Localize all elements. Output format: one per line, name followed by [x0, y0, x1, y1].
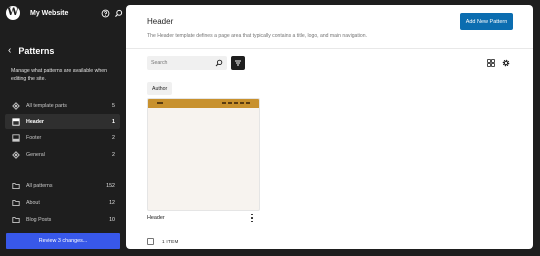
- sidebar-item-footer[interactable]: Footer 2: [5, 130, 120, 145]
- sidebar-item-count: 10: [109, 216, 115, 223]
- preview-header-bar: [148, 99, 259, 108]
- more-actions-button[interactable]: [249, 213, 255, 223]
- sidebar-item-label: About: [26, 199, 40, 206]
- sidebar-item-label: All template parts: [26, 102, 67, 109]
- back-button[interactable]: ‹: [8, 46, 11, 56]
- author-filter-chip[interactable]: Author: [147, 82, 173, 95]
- items-count: 1 ITEM: [162, 239, 179, 244]
- sidebar-item-count: 5: [112, 102, 115, 109]
- sidebar-item-label: Blog Posts: [26, 216, 52, 223]
- filter-button[interactable]: [231, 56, 245, 70]
- pattern-preview[interactable]: [147, 98, 260, 211]
- more-vertical-icon: [251, 213, 253, 216]
- main-panel: Header The Header template defines a pag…: [126, 5, 533, 249]
- sidebar-item-all-patterns[interactable]: All patterns 152: [5, 178, 120, 193]
- site-name[interactable]: My Website: [30, 10, 100, 17]
- symbol-icon: [12, 101, 20, 110]
- view-site-button[interactable]: [100, 8, 110, 18]
- select-all-checkbox[interactable]: [147, 238, 154, 245]
- sidebar-item-header[interactable]: Header 1: [5, 114, 120, 129]
- sidebar-item-count: 2: [112, 134, 115, 141]
- sidebar-item-about[interactable]: About 12: [5, 195, 120, 210]
- view-site-icon: [101, 9, 109, 17]
- sidebar-title: Patterns: [18, 46, 55, 56]
- header-icon: [12, 117, 20, 126]
- folder-icon: [12, 182, 20, 190]
- sidebar-item-count: 2: [112, 151, 115, 158]
- gear-icon[interactable]: [502, 59, 510, 67]
- symbol-icon: [12, 150, 20, 159]
- folder-icon: [12, 216, 20, 224]
- sidebar-item-general[interactable]: General 2: [5, 147, 120, 162]
- sidebar-description: Manage what patterns are available when …: [11, 68, 108, 82]
- sidebar-item-label: Header: [26, 118, 44, 125]
- search-icon: [114, 9, 122, 17]
- search-field: [147, 56, 227, 70]
- page-title: Header: [147, 17, 174, 26]
- pattern-title[interactable]: Header: [147, 215, 165, 221]
- sidebar-item-count: 152: [106, 182, 115, 189]
- preview-navigation: [222, 102, 252, 104]
- sidebar-item-count: 1: [112, 118, 115, 125]
- site-hub: W My Website: [0, 0, 126, 26]
- add-new-pattern-button[interactable]: Add New Pattern: [460, 13, 513, 30]
- page-header: Header The Header template defines a pag…: [126, 5, 533, 49]
- footer-icon: [12, 133, 20, 142]
- sidebar-item-label: All patterns: [26, 182, 53, 189]
- preview-logo: [157, 102, 163, 104]
- sidebar: W My Website ‹ Patterns Manage what patt…: [0, 0, 126, 256]
- folder-icon: [12, 199, 20, 207]
- sidebar-item-label: General: [26, 151, 45, 158]
- sidebar-item-blog-posts[interactable]: Blog Posts 10: [5, 212, 120, 227]
- wordpress-logo-icon: W: [6, 6, 20, 20]
- page-description: The Header template defines a page area …: [147, 33, 368, 39]
- sidebar-header: ‹ Patterns: [8, 46, 55, 57]
- review-changes-button[interactable]: Review 3 changes...: [6, 233, 120, 249]
- grid-view-icon[interactable]: [487, 59, 495, 67]
- search-icon: [215, 59, 223, 67]
- wordpress-logo-button[interactable]: W: [0, 0, 26, 26]
- funnel-icon: [235, 60, 241, 66]
- search-input[interactable]: [151, 60, 213, 66]
- sidebar-item-label: Footer: [26, 134, 42, 141]
- sidebar-item-all-template-parts[interactable]: All template parts 5: [5, 98, 120, 113]
- search-button[interactable]: [113, 8, 123, 18]
- sidebar-item-count: 12: [109, 199, 115, 206]
